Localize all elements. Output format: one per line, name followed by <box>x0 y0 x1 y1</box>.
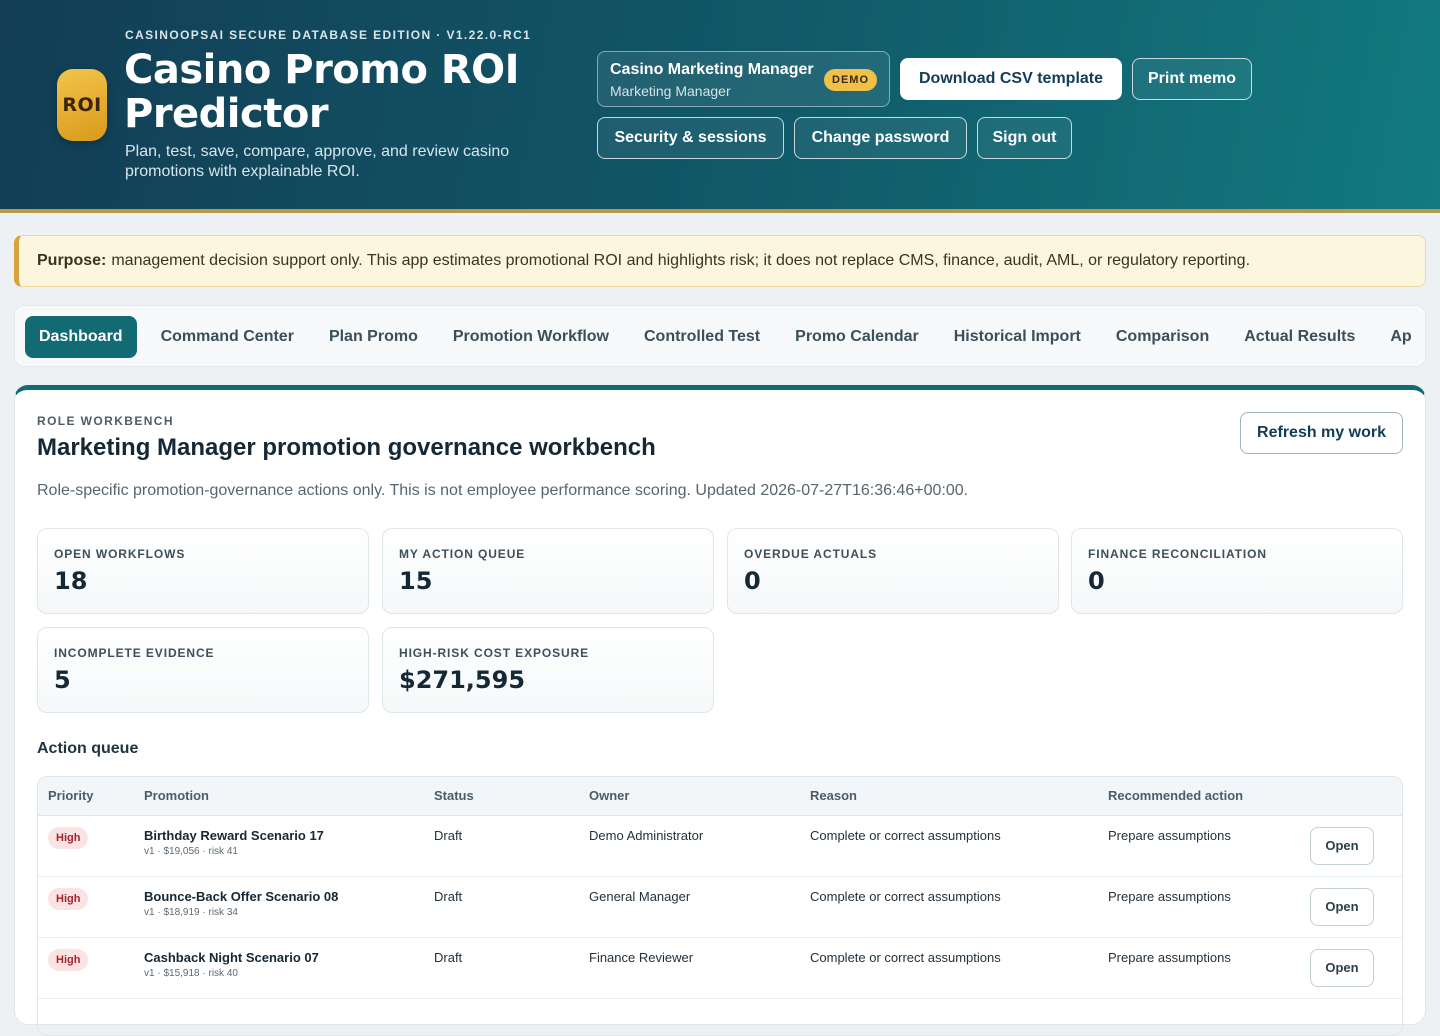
app-header: ROI CASINOOPSAI SECURE DATABASE EDITION … <box>0 0 1440 213</box>
column-header[interactable]: Promotion <box>134 777 424 816</box>
reason-cell: Complete or correct assumptions <box>800 876 1098 938</box>
metric-label: HIGH-RISK COST EXPOSURE <box>399 646 590 660</box>
metric-label: FINANCE RECONCILIATION <box>1088 547 1267 561</box>
open-button[interactable]: Open <box>1310 887 1374 926</box>
priority-cell <box>38 998 134 1035</box>
reason-cell <box>800 998 1098 1035</box>
status-cell: Draft <box>424 937 579 999</box>
metric-label: OVERDUE ACTUALS <box>744 547 878 561</box>
purpose-banner: Purpose: management decision support onl… <box>14 235 1426 287</box>
reason-cell: Complete or correct assumptions <box>800 815 1098 877</box>
recommended-action-cell: Prepare assumptions <box>1098 937 1300 999</box>
purpose-text: management decision support only. This a… <box>111 252 1251 269</box>
promotion-cell <box>134 998 424 1035</box>
main-tabs: Dashboard Command Center Plan Promo Prom… <box>14 305 1426 367</box>
table-row: High Cashback Night Scenario 07 v1 · $15… <box>38 937 1402 999</box>
open-button[interactable]: Open <box>1310 826 1374 865</box>
metric-label: MY ACTION QUEUE <box>399 547 526 561</box>
tab-actual-results[interactable]: Actual Results <box>1227 316 1372 358</box>
action-queue-title: Action queue <box>37 740 139 757</box>
table-header-row: Priority Promotion Status Owner Reason R… <box>38 777 1402 816</box>
owner-cell: General Manager <box>579 876 800 938</box>
action-queue-table: Priority Promotion Status Owner Reason R… <box>37 776 1403 1036</box>
workbench-title: Marketing Manager promotion governance w… <box>37 434 656 461</box>
edition-label: CASINOOPSAI SECURE DATABASE EDITION · V1… <box>125 28 532 42</box>
tab-plan-promo[interactable]: Plan Promo <box>312 316 435 358</box>
metric-label: OPEN WORKFLOWS <box>54 547 186 561</box>
tab-promotion-workflow[interactable]: Promotion Workflow <box>436 316 626 358</box>
metric-high-risk-cost-exposure: HIGH-RISK COST EXPOSURE $271,595 <box>382 627 714 713</box>
promotion-meta: v1 · $19,056 · risk 41 <box>144 845 238 857</box>
tab-historical-import[interactable]: Historical Import <box>937 316 1098 358</box>
tab-comparison[interactable]: Comparison <box>1099 316 1226 358</box>
metric-value: 18 <box>54 567 88 595</box>
user-role: Marketing Manager <box>610 83 731 99</box>
metric-my-action-queue: MY ACTION QUEUE 15 <box>382 528 714 614</box>
table-row: High Bounce-Back Offer Scenario 08 v1 · … <box>38 876 1402 938</box>
workbench-eyebrow: ROLE WORKBENCH <box>37 414 174 428</box>
tab-ap[interactable]: Ap <box>1373 316 1425 358</box>
role-workbench-card: ROLE WORKBENCH Marketing Manager promoti… <box>14 385 1426 1036</box>
metric-value: 0 <box>1088 567 1105 595</box>
promotion-name: Cashback Night Scenario 07 <box>144 949 319 965</box>
column-header[interactable]: Recommended action <box>1098 777 1300 816</box>
reason-cell: Complete or correct assumptions <box>800 937 1098 999</box>
metric-open-workflows: OPEN WORKFLOWS 18 <box>37 528 369 614</box>
priority-badge: High <box>48 948 89 971</box>
promotion-name: Bounce-Back Offer Scenario 08 <box>144 888 339 904</box>
change-password-button[interactable]: Change password <box>794 117 967 159</box>
user-name: Casino Marketing Manager <box>610 61 814 78</box>
status-cell <box>424 998 579 1035</box>
recommended-action-cell: Prepare assumptions <box>1098 876 1300 938</box>
promotion-name: Birthday Reward Scenario 17 <box>144 827 324 843</box>
app-subtitle: Plan, test, save, compare, approve, and … <box>125 143 510 180</box>
workbench-description: Role-specific promotion-governance actio… <box>37 482 969 499</box>
roi-logo: ROI <box>57 69 107 141</box>
promotion-meta: v1 · $15,918 · risk 40 <box>144 967 238 979</box>
metric-overdue-actuals: OVERDUE ACTUALS 0 <box>727 528 1059 614</box>
table-row: High Birthday Reward Scenario 17 v1 · $1… <box>38 815 1402 877</box>
metric-value: $271,595 <box>399 666 526 694</box>
promotion-meta: v1 · $18,919 · risk 34 <box>144 906 238 918</box>
security-sessions-button[interactable]: Security & sessions <box>597 117 784 159</box>
sign-out-button[interactable]: Sign out <box>977 117 1072 159</box>
actions-cell <box>1300 998 1402 1035</box>
tab-controlled-test[interactable]: Controlled Test <box>627 316 777 358</box>
priority-badge: High <box>48 826 89 849</box>
user-profile: Casino Marketing Manager Marketing Manag… <box>597 51 890 107</box>
owner-cell: Demo Administrator <box>579 815 800 877</box>
tab-dashboard[interactable]: Dashboard <box>25 316 137 358</box>
column-header[interactable]: Status <box>424 777 579 816</box>
metric-incomplete-evidence: INCOMPLETE EVIDENCE 5 <box>37 627 369 713</box>
table-row <box>38 998 1402 1035</box>
metric-label: INCOMPLETE EVIDENCE <box>54 646 215 660</box>
recommended-action-cell <box>1098 998 1300 1035</box>
metric-finance-reconciliation: FINANCE RECONCILIATION 0 <box>1071 528 1403 614</box>
metric-value: 5 <box>54 666 71 694</box>
column-header-actions <box>1300 777 1402 816</box>
demo-badge: DEMO <box>824 69 877 91</box>
tab-promo-calendar[interactable]: Promo Calendar <box>778 316 936 358</box>
tab-command-center[interactable]: Command Center <box>144 316 311 358</box>
recommended-action-cell: Prepare assumptions <box>1098 815 1300 877</box>
owner-cell: Finance Reviewer <box>579 937 800 999</box>
column-header[interactable]: Priority <box>38 777 134 816</box>
metric-value: 15 <box>399 567 433 595</box>
app-title: Casino Promo ROI Predictor <box>124 47 520 137</box>
priority-badge: High <box>48 887 89 910</box>
owner-cell <box>579 998 800 1035</box>
column-header[interactable]: Reason <box>800 777 1098 816</box>
print-memo-button[interactable]: Print memo <box>1132 58 1252 100</box>
refresh-my-work-button[interactable]: Refresh my work <box>1240 412 1403 454</box>
column-header[interactable]: Owner <box>579 777 800 816</box>
purpose-label: Purpose: <box>37 252 107 269</box>
status-cell: Draft <box>424 876 579 938</box>
download-csv-button[interactable]: Download CSV template <box>900 58 1122 100</box>
metric-value: 0 <box>744 567 761 595</box>
open-button[interactable]: Open <box>1310 948 1374 987</box>
status-cell: Draft <box>424 815 579 877</box>
